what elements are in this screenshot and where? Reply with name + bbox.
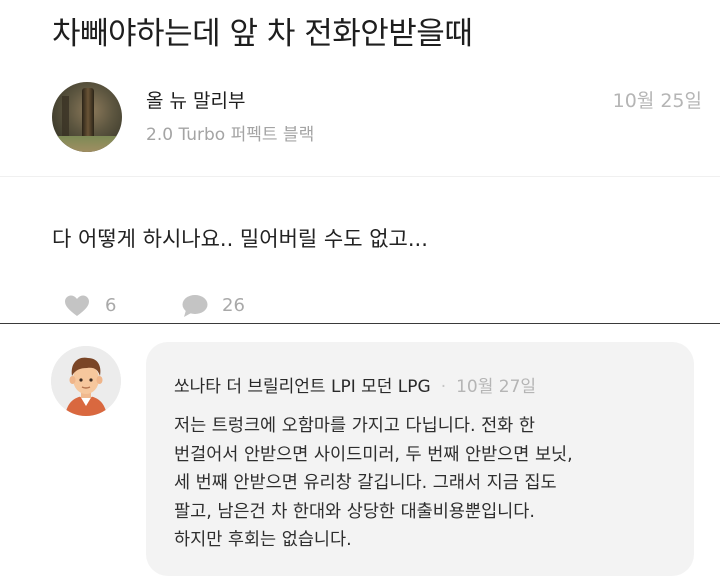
comment-line: 저는 트렁크에 오함마를 가지고 다닙니다. 전화 한 (174, 416, 535, 436)
comment-bubble: 쏘나타 더 브릴리언트 LPI 모던 LPG · 10월 27일 저는 트렁크에 오… (146, 342, 694, 576)
comment-header: 쏘나타 더 브릴리언트 LPI 모던 LPG · 10월 27일 (174, 372, 536, 397)
heart-icon[interactable] (64, 294, 90, 318)
post-body: 다 어떻게 하시나요.. 밀어버릴 수도 없고... (52, 227, 428, 251)
speech-bubble-icon[interactable] (181, 294, 209, 318)
author-avatar[interactable] (52, 82, 122, 152)
post-stats: 6 26 (64, 292, 364, 320)
comment-line: 번걸어서 안받으면 사이드미러, 두 번째 안받으면 보닛, (174, 444, 573, 465)
comment-line: 하지만 후회는 없습니다. (174, 530, 352, 550)
author-row[interactable]: 올 뉴 말리부 2.0 Turbo 퍼펙트 블랙 10월 25일 (52, 80, 702, 152)
commenter-avatar[interactable] (51, 346, 121, 416)
author-car: 2.0 Turbo 퍼펙트 블랙 (146, 125, 315, 145)
avatar-illustration (51, 346, 121, 416)
comment-count: 26 (222, 295, 245, 316)
post-date: 10월 25일 (612, 90, 702, 112)
divider (0, 176, 720, 177)
post-title: 차빼야하는데 앞 차 전화안받을때 (52, 16, 473, 52)
comment-line: 세 번째 안받으면 유리창 갈깁니다. 그래서 지금 집도 (174, 473, 557, 493)
author-name[interactable]: 올 뉴 말리부 (146, 86, 245, 113)
meta-separator: · (440, 377, 447, 397)
comment-text: 저는 트렁크에 오함마를 가지고 다닙니다. 전화 한 번걸어서 안받으면 사이… (174, 412, 573, 555)
comment-line: 팔고, 남은건 차 한대와 상당한 대출비용뿐입니다. (174, 501, 535, 522)
commenter-name[interactable]: 쏘나타 더 브릴리언트 LPI 모던 LPG (174, 377, 431, 397)
comment-date: 10월 27일 (456, 377, 537, 397)
like-count: 6 (105, 295, 117, 316)
